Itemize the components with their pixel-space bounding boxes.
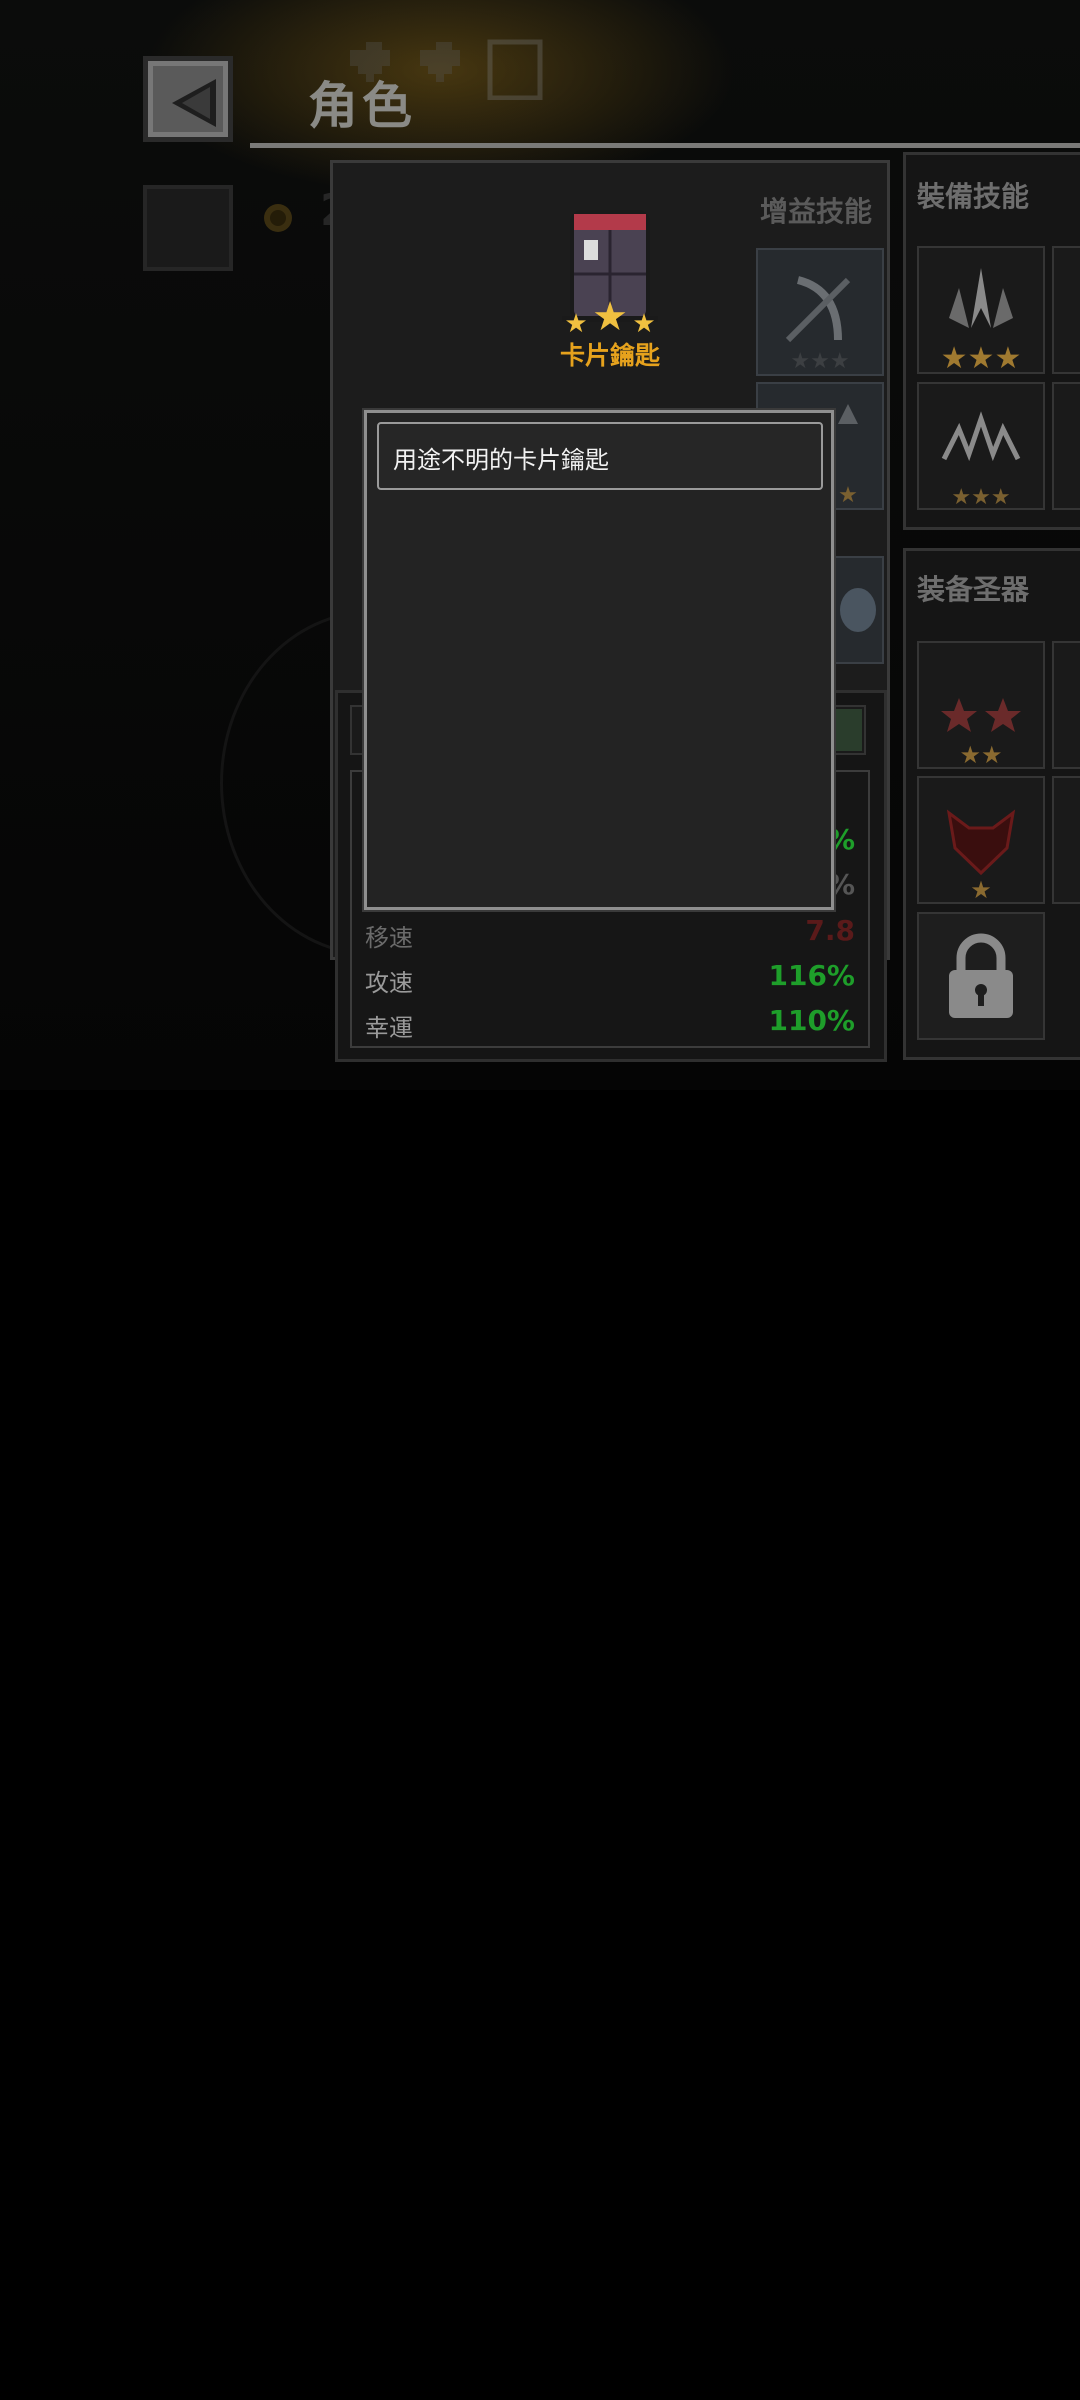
add-currency-button[interactable] xyxy=(143,185,233,271)
back-button[interactable] xyxy=(143,56,233,142)
claw-slash-icon: ★★★ xyxy=(941,268,1022,372)
stat-row-luck: 幸運 110% xyxy=(365,1004,855,1043)
stat-value: 7.8 xyxy=(805,914,855,947)
svg-text:★: ★ xyxy=(970,876,992,902)
relic-slot[interactable]: ★ xyxy=(917,776,1045,904)
svg-text:★: ★ xyxy=(564,309,587,333)
relic-slot[interactable] xyxy=(1052,776,1080,904)
item-description-popup[interactable]: 用途不明的卡片鑰匙 xyxy=(364,410,834,910)
stat-label: 移速 xyxy=(365,924,413,952)
spikes-icon: ★★★ xyxy=(941,411,1021,508)
locked-relic-slot[interactable] xyxy=(917,912,1045,1040)
bow-icon: ★★★ xyxy=(785,276,851,374)
title-divider xyxy=(250,143,1080,148)
stat-row-speed: 移速 7.8 xyxy=(365,914,855,953)
description-box: 用途不明的卡片鑰匙 xyxy=(377,422,823,490)
demon-mask-icon: ★ xyxy=(946,809,1016,902)
skill-slot[interactable] xyxy=(1052,246,1080,374)
stat-label: 幸運 xyxy=(365,1014,413,1042)
svg-text:★: ★ xyxy=(592,294,628,333)
buff-slot[interactable]: ★★★ xyxy=(756,248,884,376)
stat-value: 116% xyxy=(768,959,855,992)
svg-text:★★★: ★★★ xyxy=(790,349,849,374)
back-arrow-icon xyxy=(172,79,216,127)
character-screen: 角色 2550 增益技能 ★★★ ★ % % xyxy=(0,0,1080,1090)
star-glasses-icon: ★★ xyxy=(941,698,1021,767)
buff-skills-title: 增益技能 xyxy=(760,195,873,228)
svg-text:★: ★ xyxy=(632,309,655,333)
stat-value: 110% xyxy=(768,1004,855,1037)
item-description: 用途不明的卡片鑰匙 xyxy=(393,446,609,474)
equip-skills-title: 裝備技能 xyxy=(917,180,1030,213)
relic-slot[interactable]: ★★ xyxy=(917,641,1045,769)
svg-text:★★★: ★★★ xyxy=(951,485,1010,508)
item-name: 卡片鑰匙 xyxy=(559,341,660,370)
stat-label: 攻速 xyxy=(365,969,413,997)
svg-text:★★: ★★ xyxy=(959,741,1002,767)
relic-slot[interactable] xyxy=(1052,641,1080,769)
equip-relics-title: 装备圣器 xyxy=(917,573,1030,606)
skill-slot[interactable]: ★★★ xyxy=(917,382,1045,510)
coin-icon xyxy=(264,204,292,232)
page-title: 角色 xyxy=(308,77,416,135)
stat-row-attack-speed: 攻速 116% xyxy=(365,959,855,998)
svg-text:★★★: ★★★ xyxy=(941,341,1022,372)
svg-text:★: ★ xyxy=(838,483,858,508)
skill-slot[interactable] xyxy=(1052,382,1080,510)
card-key-icon: ★ ★ ★ xyxy=(562,210,658,333)
skill-slot[interactable]: ★★★ xyxy=(917,246,1045,374)
lock-icon xyxy=(949,933,1013,1018)
